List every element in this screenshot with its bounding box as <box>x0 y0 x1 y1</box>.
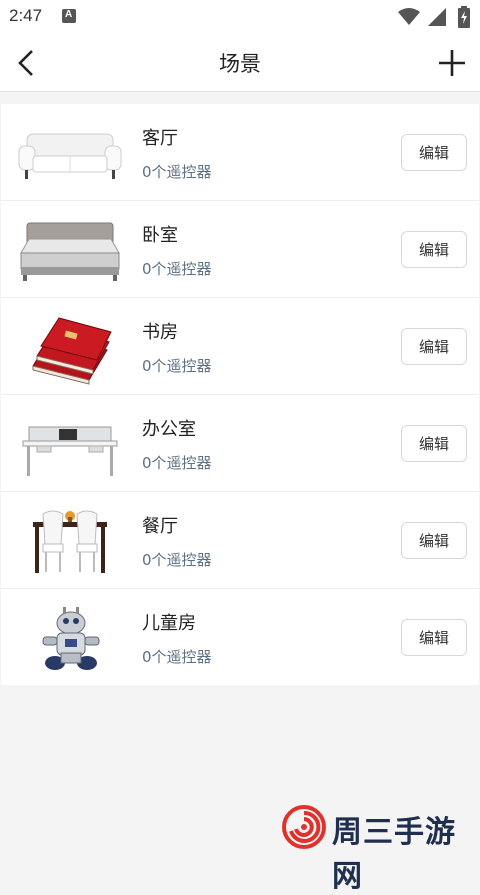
remote-count: 0个遥控器 <box>142 454 212 472</box>
battery-icon <box>458 6 470 28</box>
edit-button[interactable]: 编辑 <box>401 425 467 462</box>
edit-button[interactable]: 编辑 <box>401 619 467 656</box>
remote-count: 0个遥控器 <box>142 551 212 569</box>
scene-item-living-room[interactable]: 客厅 0个遥控器 编辑 <box>1 104 479 201</box>
scene-name: 儿童房 <box>142 613 196 634</box>
edit-button[interactable]: 编辑 <box>401 328 467 365</box>
scene-list: 客厅 0个遥控器 编辑 卧室 0个遥控器 编辑 书房 0个遥控器 编辑 办公室 … <box>1 104 479 685</box>
text-a-icon <box>62 9 76 23</box>
scene-name: 餐厅 <box>142 516 178 537</box>
app-bar: 场景 <box>0 34 480 92</box>
add-scene-button[interactable] <box>436 47 468 79</box>
edit-button[interactable]: 编辑 <box>401 134 467 171</box>
scene-item-dining-room[interactable]: 餐厅 0个遥控器 编辑 <box>1 492 479 589</box>
watermark: 周三手游网 <box>282 805 477 894</box>
scene-name: 书房 <box>142 322 178 343</box>
signal-icon <box>428 8 446 26</box>
edit-button[interactable]: 编辑 <box>401 522 467 559</box>
scene-name: 卧室 <box>142 225 178 246</box>
wifi-icon <box>398 8 420 25</box>
plus-icon <box>439 50 465 76</box>
edit-button[interactable]: 编辑 <box>401 231 467 268</box>
scene-item-office[interactable]: 办公室 0个遥控器 编辑 <box>1 395 479 492</box>
remote-count: 0个遥控器 <box>142 648 212 666</box>
scene-name: 办公室 <box>142 419 196 440</box>
dining-table-image <box>33 510 107 573</box>
remote-count: 0个遥控器 <box>142 163 212 181</box>
sofa-image <box>18 133 122 179</box>
office-desk-image <box>22 426 118 476</box>
watermark-logo-icon <box>282 805 326 849</box>
remote-count: 0个遥控器 <box>142 357 212 375</box>
scene-item-study[interactable]: 书房 0个遥控器 编辑 <box>1 298 479 395</box>
status-bar: 2:47 <box>0 0 480 34</box>
page-title: 场景 <box>219 52 261 76</box>
scene-item-kids-room[interactable]: 儿童房 0个遥控器 编辑 <box>1 589 479 685</box>
watermark-text: 周三手游网 <box>332 815 456 894</box>
remote-count: 0个遥控器 <box>142 260 212 278</box>
bed-image <box>20 222 120 281</box>
scene-name: 客厅 <box>142 128 178 149</box>
status-time: 2:47 <box>9 6 43 25</box>
toy-robot-image <box>42 607 100 670</box>
scene-item-bedroom[interactable]: 卧室 0个遥控器 编辑 <box>1 201 479 298</box>
books-image <box>32 317 112 385</box>
